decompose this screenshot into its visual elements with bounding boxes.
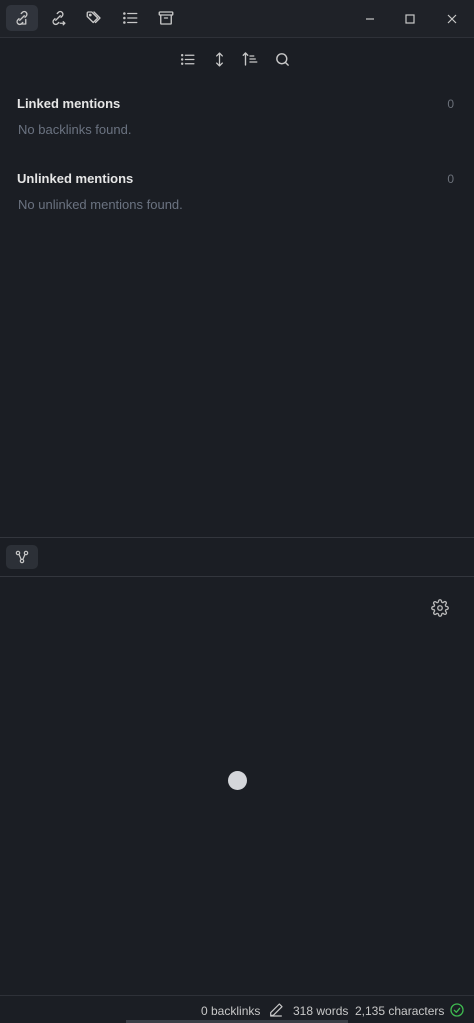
unlinked-mentions-title[interactable]: Unlinked mentions — [17, 171, 133, 186]
outline-icon — [123, 12, 138, 24]
graph-node[interactable] — [228, 771, 247, 790]
unlinked-mentions-empty-message: No unlinked mentions found. — [18, 197, 183, 212]
graph-icon — [15, 550, 29, 564]
archive-icon — [158, 11, 174, 25]
tab-local-graph[interactable] — [6, 545, 38, 569]
linked-mentions-title[interactable]: Linked mentions — [17, 96, 120, 111]
collapse-results-button[interactable] — [175, 47, 199, 71]
maximize-button[interactable] — [396, 6, 424, 32]
outgoing-links-icon — [52, 10, 66, 26]
show-more-context-button[interactable] — [207, 47, 231, 71]
close-button[interactable] — [438, 6, 466, 32]
list-icon — [180, 53, 195, 65]
status-word-count: 318 words — [293, 1004, 349, 1018]
pencil-icon — [270, 1003, 283, 1017]
expand-collapse-icon — [215, 51, 223, 67]
sidebar-tab-bar — [0, 0, 474, 38]
search-icon — [275, 52, 289, 66]
linked-mentions-count: 0 — [447, 97, 454, 111]
tab-archive[interactable] — [150, 5, 182, 31]
minimize-icon — [366, 18, 374, 20]
pane-divider[interactable] — [0, 537, 474, 538]
tab-backlinks[interactable] — [6, 5, 38, 31]
status-bar: 0 backlinks 318 words 2,135 characters — [0, 995, 474, 1023]
tags-icon — [86, 11, 101, 24]
linked-mentions-empty-message: No backlinks found. — [18, 122, 132, 137]
graph-settings-button[interactable] — [430, 598, 450, 618]
minimize-button[interactable] — [356, 6, 384, 32]
check-circle-icon — [450, 1003, 464, 1017]
unlinked-mentions-count: 0 — [447, 172, 454, 186]
editing-mode-button[interactable] — [268, 1002, 284, 1018]
status-character-count: 2,135 characters — [355, 1004, 445, 1018]
search-button[interactable] — [270, 47, 294, 71]
backlinks-icon — [16, 10, 28, 26]
maximize-icon — [405, 14, 415, 24]
app-window: Linked mentions 0 No backlinks found. Un… — [0, 0, 474, 1023]
tab-outgoing-links[interactable] — [42, 5, 74, 31]
gear-icon — [431, 599, 449, 617]
sort-icon — [242, 52, 258, 66]
sync-status-button[interactable] — [449, 1002, 465, 1018]
tab-outline[interactable] — [114, 5, 146, 31]
tab-tags[interactable] — [78, 5, 110, 31]
graph-header-divider — [0, 576, 474, 577]
sort-button[interactable] — [238, 47, 262, 71]
close-icon — [447, 14, 457, 24]
status-backlinks[interactable]: 0 backlinks — [201, 1004, 260, 1018]
backlinks-toolbar — [0, 44, 474, 74]
